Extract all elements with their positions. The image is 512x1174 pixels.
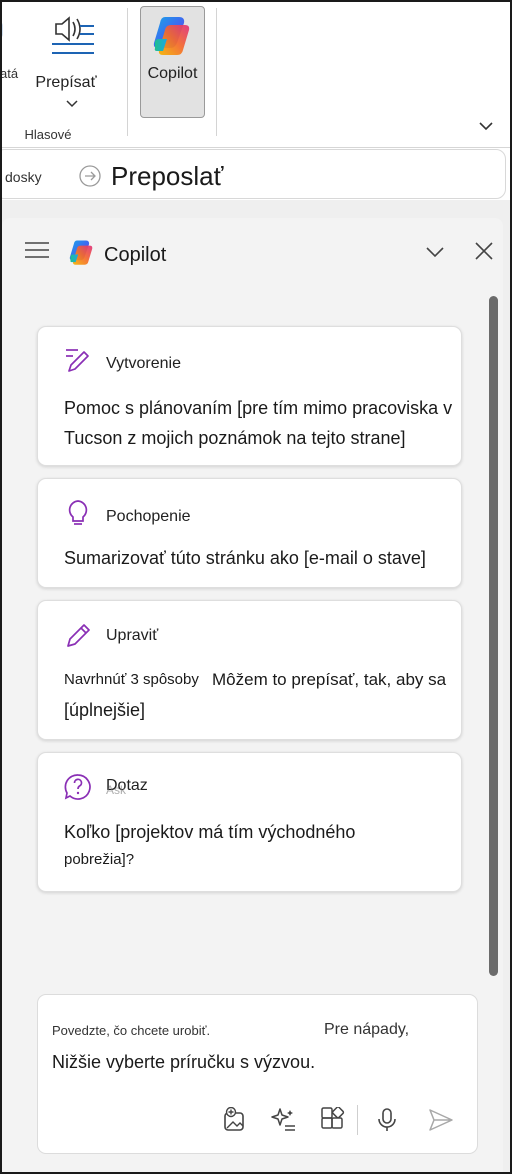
clipboard-label[interactable]: dosky — [5, 169, 42, 185]
ribbon-expand-chevron-icon[interactable] — [478, 120, 494, 132]
create-pen-icon — [66, 349, 89, 372]
dictate-microphone-icon[interactable] — [0, 14, 12, 50]
prompt-card-create[interactable]: Vytvorenie Pomoc s plánovaním [pre tím m… — [37, 326, 462, 466]
card-text: Pomoc s plánovaním [pre tím mimo pracovi… — [64, 398, 453, 418]
card-text-small: Navrhnúť 3 spôsoby — [64, 671, 199, 688]
pane-title: Copilot — [104, 244, 167, 266]
forward-button[interactable]: Preposlať — [111, 161, 223, 192]
prompt-card-ask[interactable]: Dotaz Ask Koľko [projektov má tím východ… — [37, 752, 462, 892]
input-placeholder-line1: Povedzte, čo chcete urobiť. — [52, 1023, 211, 1038]
transcribe-label: Prepísať — [35, 74, 97, 91]
chevron-down-icon[interactable] — [66, 100, 78, 108]
card-text: [úplnejšie] — [64, 700, 146, 720]
ribbon-divider — [127, 8, 128, 136]
hamburger-icon[interactable] — [25, 241, 49, 259]
card-text: Môžem to prepísať, tak, aby sa — [212, 670, 447, 689]
dictate-label[interactable]: atá — [0, 66, 18, 81]
card-title: Pochopenie — [106, 508, 191, 525]
input-placeholder-line2: Pre nápady, — [324, 1021, 410, 1038]
apps-icon[interactable] — [320, 1107, 346, 1133]
prompt-card-edit[interactable]: Upraviť Navrhnúť 3 spôsoby Môžem to prep… — [37, 600, 462, 740]
transcribe-button[interactable]: Prepísať — [28, 8, 104, 108]
pencil-icon — [67, 624, 90, 647]
prompt-sparkle-icon[interactable] — [271, 1107, 297, 1133]
voice-group-label: Hlasové — [24, 127, 72, 142]
lightbulb-icon — [68, 500, 88, 525]
card-text: Sumarizovať túto stránku ako [e-mail o s… — [64, 548, 426, 568]
card-title-overlay: Ask — [106, 783, 127, 797]
copilot-logo-icon — [153, 17, 190, 55]
card-title: Upraviť — [106, 627, 159, 644]
card-text: pobrežia]? — [64, 851, 135, 868]
microphone-icon[interactable] — [374, 1107, 400, 1133]
add-image-icon[interactable] — [222, 1107, 248, 1133]
input-placeholder-line3: Nižšie vyberte príručku s výzvou. — [52, 1052, 316, 1072]
pane-scrollbar[interactable] — [489, 296, 498, 976]
transcribe-icon — [52, 16, 94, 54]
close-icon[interactable] — [475, 242, 493, 260]
prompt-input-box[interactable]: Povedzte, čo chcete urobiť. Pre nápady, … — [37, 994, 478, 1154]
card-text: Tucson z mojich poznámok na tejto strane… — [64, 428, 406, 448]
copilot-ribbon-button[interactable]: Copilot — [140, 6, 205, 118]
ribbon: atá Prepísať Hlasové Copilot — [0, 0, 512, 148]
quick-toolbar: dosky Preposlať — [0, 149, 506, 199]
question-bubble-icon — [64, 774, 91, 800]
forward-arrow-icon[interactable] — [79, 165, 101, 187]
copilot-logo-icon — [69, 240, 93, 265]
toolbar-divider — [357, 1105, 358, 1135]
send-icon[interactable] — [428, 1107, 454, 1133]
ribbon-divider — [216, 8, 217, 136]
card-title: Vytvorenie — [106, 355, 181, 372]
card-text: Koľko [projektov má tím východného — [64, 822, 356, 842]
prompt-card-understand[interactable]: Pochopenie Sumarizovať túto stránku ako … — [37, 478, 462, 588]
chevron-down-icon[interactable] — [426, 246, 444, 258]
copilot-button-label: Copilot — [147, 65, 198, 82]
